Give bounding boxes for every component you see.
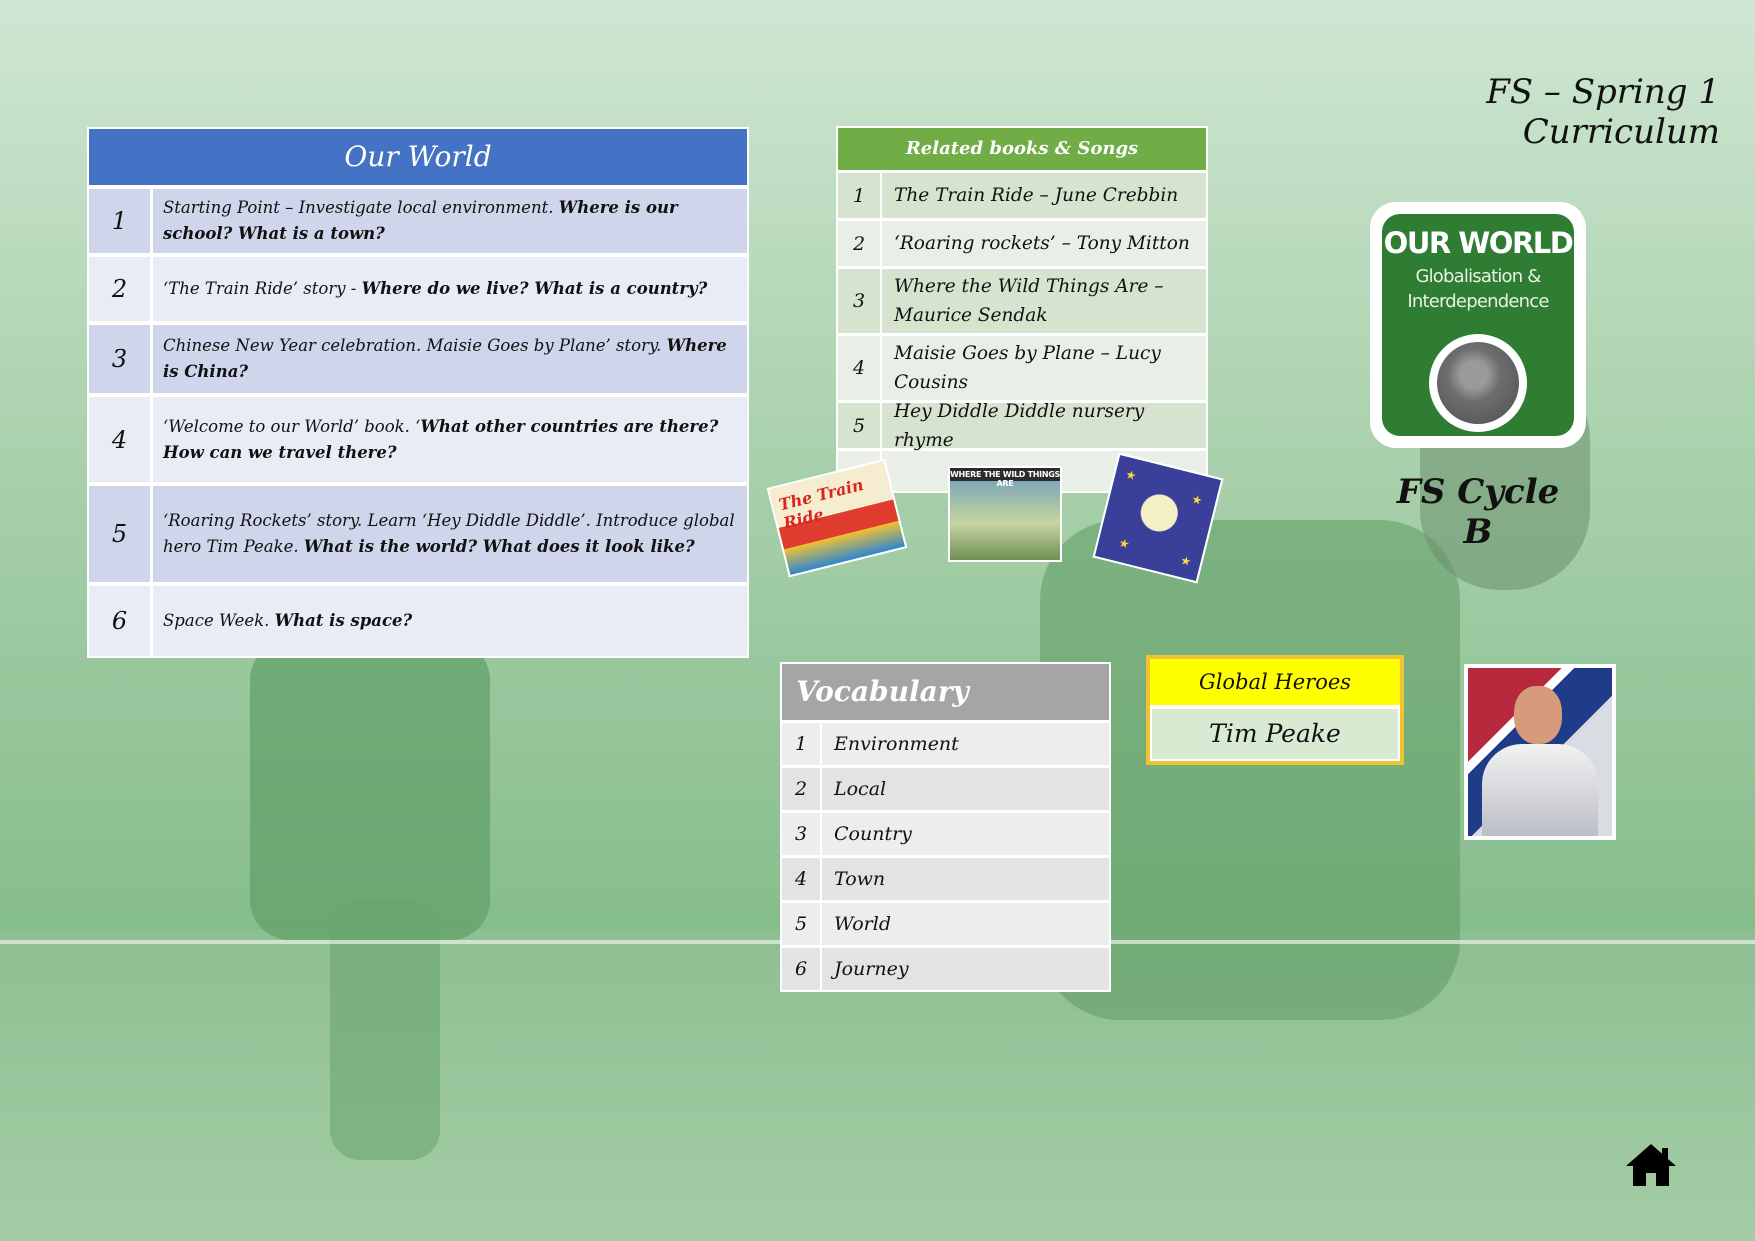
our-world-table: Our World 1 Starting Point – Investigate … <box>87 127 749 658</box>
cycle-label: FS Cycle B <box>1396 472 1560 552</box>
vocabulary-word: Local <box>822 768 1109 810</box>
vocabulary-word: Environment <box>822 723 1109 765</box>
vocabulary-row-number: 5 <box>782 903 822 945</box>
vocabulary-word: Journey <box>822 948 1109 990</box>
book-row-number: 2 <box>838 221 882 266</box>
our-world-row: 2 ‘The Train Ride’ story - Where do we li… <box>89 253 747 321</box>
books-header: Related books & Songs <box>838 128 1206 170</box>
wild-things-cover-title: WHERE THE WILD THINGS ARE <box>950 470 1060 488</box>
book-row: 4 Maisie Goes by Plane – Lucy Cousins <box>838 333 1206 400</box>
book-row: 3 Where the Wild Things Are – Maurice Sen… <box>838 266 1206 333</box>
logo-panel: OUR WORLD Globalisation & Interdependenc… <box>1382 214 1574 436</box>
book-row-title: Maisie Goes by Plane – Lucy Cousins <box>882 336 1206 400</box>
our-world-row-number: 6 <box>89 586 153 656</box>
vocabulary-row-number: 2 <box>782 768 822 810</box>
page-title: FS – Spring 1 Curriculum <box>1486 72 1720 152</box>
vocabulary-row: 3 Country <box>782 810 1109 855</box>
our-world-header: Our World <box>89 129 747 185</box>
tim-peake-photo <box>1464 664 1616 840</box>
our-world-row: 3 Chinese New Year celebration. Maisie Go… <box>89 321 747 393</box>
our-world-row: 6 Space Week. What is space? <box>89 582 747 656</box>
book-row-number: 1 <box>838 173 882 218</box>
logo-subtitle: Globalisation & Interdependence <box>1407 266 1549 312</box>
our-world-row-question: What is space? <box>274 611 413 630</box>
our-world-row: 4 ‘Welcome to our World’ book. ‘What othe… <box>89 393 747 482</box>
vocabulary-header: Vocabulary <box>782 664 1109 720</box>
book-row-title: Hey Diddle Diddle nursery rhyme <box>882 401 1206 451</box>
books-table: Related books & Songs 1 The Train Ride – … <box>836 126 1208 493</box>
book-row-number: 4 <box>838 336 882 400</box>
book-row-number: 3 <box>838 269 882 333</box>
our-world-row-number: 4 <box>89 397 153 482</box>
book-row: 5 Hey Diddle Diddle nursery rhyme <box>838 400 1206 451</box>
our-world-row-question: What is the world? What does it look lik… <box>303 537 695 556</box>
our-world-row-text: Space Week. What is space? <box>153 586 747 656</box>
our-world-row-text: ‘Roaring Rockets’ story. Learn ‘Hey Didd… <box>153 486 747 582</box>
global-heroes-box: Global Heroes Tim Peake <box>1146 655 1404 765</box>
our-world-row-number: 3 <box>89 325 153 393</box>
vocabulary-row-number: 3 <box>782 813 822 855</box>
vocabulary-row: 5 World <box>782 900 1109 945</box>
our-world-row-number: 2 <box>89 257 153 321</box>
our-world-row-text: Starting Point – Investigate local envir… <box>153 189 747 253</box>
home-icon[interactable] <box>1624 1142 1678 1188</box>
our-world-row-plain: Starting Point – Investigate local envir… <box>163 198 559 217</box>
globe-icon <box>1429 334 1527 432</box>
our-world-row: 5 ‘Roaring Rockets’ story. Learn ‘Hey Did… <box>89 482 747 582</box>
our-world-logo: OUR WORLD Globalisation & Interdependenc… <box>1370 202 1586 448</box>
global-hero-name: Tim Peake <box>1152 709 1398 759</box>
our-world-row-number: 5 <box>89 486 153 582</box>
book-row: 1 The Train Ride – June Crebbin <box>838 170 1206 218</box>
our-world-row-text: ‘The Train Ride’ story - Where do we liv… <box>153 257 747 321</box>
vocabulary-row: 4 Town <box>782 855 1109 900</box>
our-world-row: 1 Starting Point – Investigate local envi… <box>89 185 747 253</box>
our-world-row-plain: ‘The Train Ride’ story - <box>163 279 362 298</box>
our-world-row-question: Where do we live? What is a country? <box>361 279 708 298</box>
our-world-row-text: ‘Welcome to our World’ book. ‘What other… <box>153 397 747 482</box>
vocabulary-table: Vocabulary 1 Environment 2 Local 3 Country 4 To… <box>780 662 1111 992</box>
vocabulary-row-number: 1 <box>782 723 822 765</box>
vocabulary-row: 6 Journey <box>782 945 1109 990</box>
vocabulary-row: 2 Local <box>782 765 1109 810</box>
vocabulary-word: Country <box>822 813 1109 855</box>
our-world-row-plain: Chinese New Year celebration. Maisie Goe… <box>163 336 667 355</box>
our-world-row-plain: Space Week. <box>163 611 275 630</box>
vocabulary-row-number: 6 <box>782 948 822 990</box>
global-heroes-header: Global Heroes <box>1150 659 1400 705</box>
vocabulary-word: World <box>822 903 1109 945</box>
vocabulary-row-number: 4 <box>782 858 822 900</box>
book-row-title: Where the Wild Things Are – Maurice Send… <box>882 269 1206 333</box>
book-row: 2 ‘Roaring rockets’ – Tony Mitton <box>838 218 1206 266</box>
logo-title: OUR WORLD <box>1383 226 1574 260</box>
wild-things-cover: WHERE THE WILD THINGS ARE <box>948 466 1062 562</box>
vocabulary-word: Town <box>822 858 1109 900</box>
our-world-row-text: Chinese New Year celebration. Maisie Goe… <box>153 325 747 393</box>
book-row-title: The Train Ride – June Crebbin <box>882 173 1206 218</box>
vocabulary-row: 1 Environment <box>782 720 1109 765</box>
our-world-row-number: 1 <box>89 189 153 253</box>
our-world-row-plain: ‘Welcome to our World’ book. ‘ <box>163 416 421 436</box>
book-row-number: 5 <box>838 403 882 448</box>
book-row-title: ‘Roaring rockets’ – Tony Mitton <box>882 221 1206 266</box>
